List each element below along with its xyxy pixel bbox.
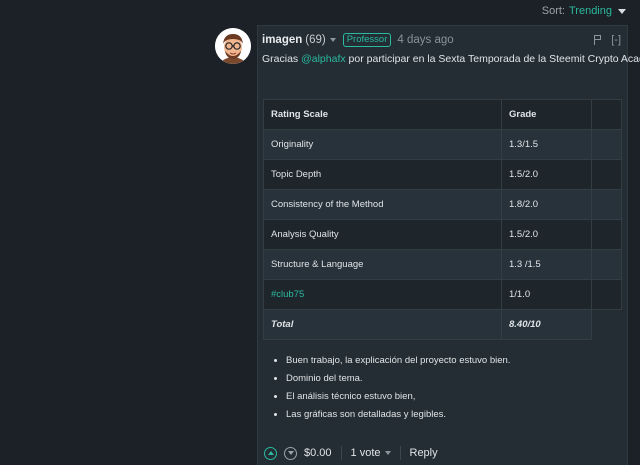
intro-text: Gracias bbox=[262, 53, 302, 65]
avatar[interactable] bbox=[215, 28, 251, 64]
list-item: Las gráficas son detalladas y legibles. bbox=[286, 409, 510, 421]
list-item: Buen trabajo, la explicación del proyect… bbox=[286, 355, 510, 367]
table-row: Originality 1.3/1.5 bbox=[263, 129, 622, 160]
criterion-cell: Originality bbox=[263, 129, 502, 160]
table-cell-empty bbox=[591, 189, 622, 220]
table-row: #club75 1/1.0 bbox=[263, 279, 622, 310]
table-row: Consistency of the Method 1.8/2.0 bbox=[263, 189, 622, 220]
comment-timestamp[interactable]: 4 days ago bbox=[397, 34, 453, 46]
divider bbox=[340, 446, 342, 460]
table-total-row: Total 8.40/10 bbox=[263, 309, 622, 340]
upvote-icon bbox=[267, 451, 274, 455]
mention-link[interactable]: @alphafx bbox=[301, 53, 346, 65]
downvote-icon bbox=[287, 451, 294, 455]
table-cell-empty bbox=[591, 99, 622, 130]
sort-label: Sort: bbox=[541, 5, 565, 17]
sort-value[interactable]: Trending bbox=[569, 5, 612, 17]
grade-cell: 1/1.0 bbox=[501, 279, 592, 310]
author-reputation: (69) bbox=[305, 34, 326, 46]
comment-header: imagen (69) Professor 4 days ago [-] bbox=[262, 32, 621, 48]
table-cell-empty bbox=[592, 310, 622, 340]
avatar-image bbox=[215, 28, 251, 64]
comment-card: imagen (69) Professor 4 days ago [-] Gra… bbox=[257, 25, 640, 465]
author-menu-chevron-icon[interactable] bbox=[329, 38, 336, 42]
club75-tag-link[interactable]: #club75 bbox=[263, 279, 502, 310]
table-row: Analysis Quality 1.5/2.0 bbox=[263, 219, 622, 250]
chevron-down-icon bbox=[384, 451, 391, 455]
chevron-down-icon[interactable] bbox=[618, 8, 626, 14]
list-item: Dominio del tema. bbox=[286, 373, 510, 385]
grade-cell: 1.5/2.0 bbox=[501, 159, 592, 190]
grade-cell: 1.3/1.5 bbox=[501, 129, 592, 160]
criterion-cell: Analysis Quality bbox=[263, 219, 502, 250]
header-rating-scale: Rating Scale bbox=[263, 99, 502, 130]
comment-footer: $0.00 1 vote Reply bbox=[264, 444, 438, 462]
vote-count-dropdown[interactable]: 1 vote bbox=[351, 447, 391, 459]
grade-cell: 1.3 /1.5 bbox=[501, 249, 592, 280]
table-header-row: Rating Scale Grade bbox=[263, 99, 622, 130]
flag-icon[interactable] bbox=[594, 35, 602, 45]
table-cell-empty bbox=[591, 279, 622, 310]
upvote-button[interactable] bbox=[264, 446, 277, 460]
intro-text-end: por participar en la Sexta Temporada de … bbox=[345, 53, 640, 65]
grade-cell: 1.8/2.0 bbox=[501, 189, 592, 220]
payout-amount[interactable]: $0.00 bbox=[304, 447, 332, 459]
reply-button[interactable]: Reply bbox=[410, 447, 438, 459]
downvote-button[interactable] bbox=[284, 446, 297, 460]
total-value: 8.40/10 bbox=[501, 309, 592, 340]
role-badge: Professor bbox=[342, 33, 392, 47]
table-row: Topic Depth 1.5/2.0 bbox=[263, 159, 622, 190]
total-label: Total bbox=[263, 309, 502, 340]
table-cell-empty bbox=[591, 129, 622, 160]
header-grade: Grade bbox=[501, 99, 592, 130]
vote-count: 1 vote bbox=[350, 447, 381, 459]
collapse-button[interactable]: [-] bbox=[611, 34, 621, 46]
rating-table: Rating Scale Grade Originality 1.3/1.5 T… bbox=[263, 99, 622, 340]
criterion-cell: Consistency of the Method bbox=[263, 189, 502, 220]
sort-control[interactable]: Sort: Trending bbox=[542, 5, 626, 17]
criterion-cell: Structure & Language bbox=[263, 249, 502, 280]
grade-cell: 1.5/2.0 bbox=[501, 219, 592, 250]
table-cell-empty bbox=[591, 219, 622, 250]
criterion-cell: Topic Depth bbox=[263, 159, 502, 190]
table-cell-empty bbox=[591, 249, 622, 280]
feedback-list: Buen trabajo, la explicación del proyect… bbox=[262, 355, 510, 427]
table-cell-empty bbox=[591, 159, 622, 190]
comment-intro: Gracias @alphafx por participar en la Se… bbox=[262, 53, 640, 65]
divider bbox=[399, 446, 401, 460]
table-row: Structure & Language 1.3 /1.5 bbox=[263, 249, 622, 280]
list-item: El análisis técnico estuvo bien, bbox=[286, 391, 510, 403]
author-name[interactable]: imagen bbox=[262, 34, 302, 46]
